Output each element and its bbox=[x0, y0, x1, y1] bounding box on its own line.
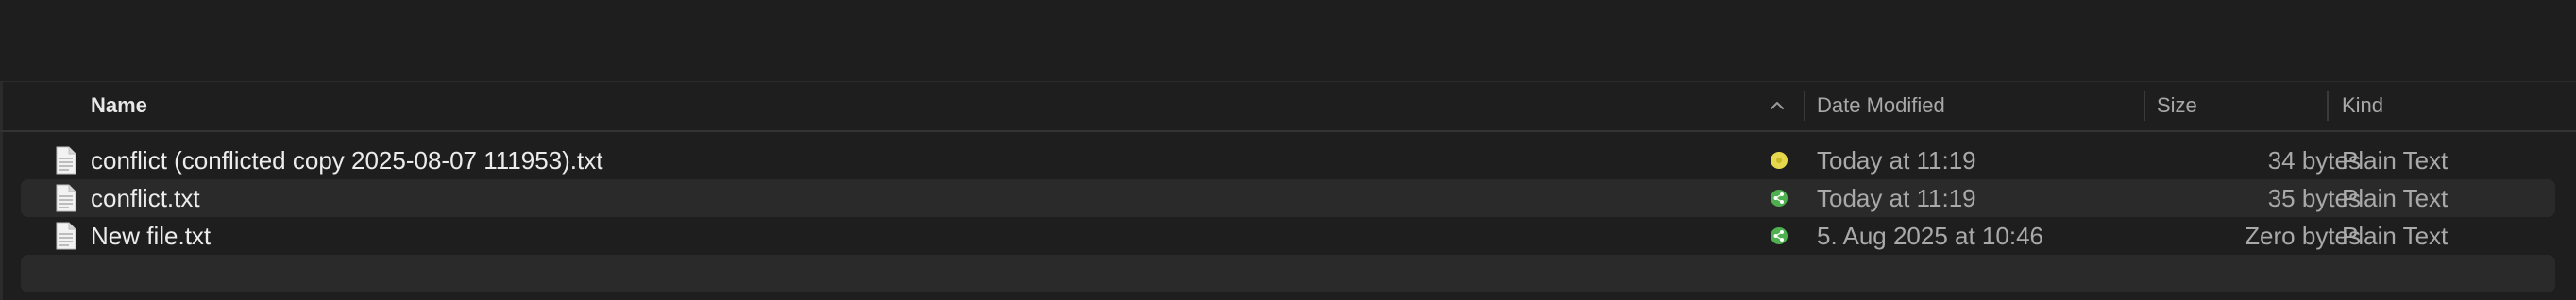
file-kind: Plain Text bbox=[2342, 222, 2449, 250]
column-header-name[interactable]: Name bbox=[91, 81, 147, 130]
file-kind: Plain Text bbox=[2342, 146, 2449, 175]
text-file-icon bbox=[56, 146, 76, 175]
file-date-modified: 5. Aug 2025 at 10:46 bbox=[1817, 222, 2043, 250]
column-separator[interactable] bbox=[1804, 91, 1805, 121]
column-header-date-modified[interactable]: Date Modified bbox=[1817, 81, 1945, 130]
file-kind: Plain Text bbox=[2342, 184, 2449, 212]
file-date-modified: Today at 11:19 bbox=[1817, 184, 1976, 212]
file-name: conflict.txt bbox=[91, 184, 200, 212]
text-file-icon bbox=[56, 184, 76, 212]
file-row[interactable]: conflict.txt Today at 11:19 35 bytes Pla… bbox=[21, 179, 2555, 217]
shared-sync-icon bbox=[1771, 227, 1788, 244]
shared-sync-icon bbox=[1771, 190, 1788, 207]
column-header: Name Date Modified Size Kind bbox=[0, 81, 2576, 132]
column-separator[interactable] bbox=[2327, 91, 2329, 121]
file-row[interactable]: New file.txt 5. Aug 2025 at 10:46 Zero b… bbox=[21, 217, 2555, 255]
column-separator[interactable] bbox=[2144, 91, 2145, 121]
file-row[interactable]: conflict (conflicted copy 2025-08-07 111… bbox=[21, 142, 2555, 179]
finder-window: Name Date Modified Size Kind conflict (c… bbox=[0, 0, 2576, 300]
empty-row bbox=[21, 255, 2555, 292]
file-date-modified: Today at 11:19 bbox=[1817, 146, 1976, 175]
toolbar-area bbox=[0, 0, 2576, 82]
column-header-size[interactable]: Size bbox=[2157, 81, 2197, 130]
text-file-icon bbox=[56, 222, 76, 250]
file-name: New file.txt bbox=[91, 222, 212, 250]
list-bottom-edge bbox=[3, 294, 2576, 300]
chevron-up-icon[interactable] bbox=[1768, 96, 1787, 115]
file-name: conflict (conflicted copy 2025-08-07 111… bbox=[91, 146, 603, 175]
sync-conflict-icon bbox=[1771, 152, 1788, 169]
column-header-kind[interactable]: Kind bbox=[2342, 81, 2383, 130]
